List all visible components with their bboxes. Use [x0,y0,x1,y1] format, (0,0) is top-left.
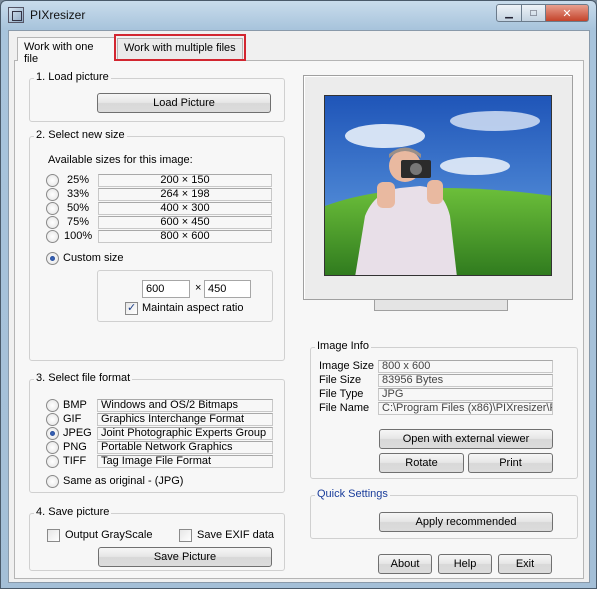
quick-settings-title: Quick Settings [315,488,390,500]
maintain-aspect-checkbox[interactable] [125,301,138,315]
format-jpeg-label: JPEG [63,427,92,439]
help-button[interactable]: Help [438,554,492,574]
format-tiff-desc: Tag Image File Format [97,455,273,468]
load-picture-button[interactable]: Load Picture [97,93,271,113]
format-same-radio[interactable] [46,475,59,488]
title-bar[interactable]: PIXresizer ▁ □ ✕ [1,1,596,29]
size-33-label: 33% [67,188,90,200]
available-sizes-label: Available sizes for this image: [48,154,193,166]
size-25-dims: 200 × 150 [98,174,272,187]
format-same-label: Same as original - (JPG) [63,475,184,487]
size-33-radio[interactable] [46,188,59,201]
size-25-radio[interactable] [46,174,59,187]
save-picture-button[interactable]: Save Picture [98,547,272,567]
select-size-group: 2. Select new size Available sizes for t… [29,129,285,361]
custom-size-box: 600 × 450 Maintain aspect ratio [97,270,273,322]
maximize-icon: □ [530,7,537,19]
format-gif-radio[interactable] [46,413,59,426]
size-100-label: 100% [64,230,93,242]
format-gif-label: GIF [63,413,82,425]
info-filetype-value: JPG [378,388,553,401]
print-button[interactable]: Print [468,453,553,473]
times-symbol: × [195,282,202,294]
size-100-radio[interactable] [46,230,59,243]
size-75-dims: 600 × 450 [98,216,272,229]
size-50-dims: 400 × 300 [98,202,272,215]
format-bmp-radio[interactable] [46,399,59,412]
grayscale-label: Output GrayScale [65,529,153,541]
minimize-icon: ▁ [505,7,513,19]
tab-work-with-multiple-files[interactable]: Work with multiple files [117,38,243,60]
custom-width-input[interactable]: 600 [142,280,190,298]
format-jpeg-radio[interactable] [46,427,59,440]
custom-size-label: Custom size [63,252,124,264]
file-format-group: 3. Select file format BMP Windows and OS… [29,372,285,493]
file-format-title: 3. Select file format [34,372,133,384]
size-100-dims: 800 × 600 [98,230,272,243]
size-33-dims: 264 × 198 [98,188,272,201]
minimize-button[interactable]: ▁ [496,4,522,22]
save-picture-title: 4. Save picture [34,506,112,518]
exit-button[interactable]: Exit [498,554,552,574]
load-picture-group: 1. Load picture Load Picture [29,71,285,122]
app-window: PIXresizer ▁ □ ✕ Work with one file Work… [0,0,597,589]
info-filename-label: File Name [319,402,370,414]
preview-stand [374,300,508,311]
info-filesize-label: File Size [319,374,362,386]
close-icon: ✕ [562,7,572,20]
format-tiff-radio[interactable] [46,455,59,468]
tab-work-with-one-file[interactable]: Work with one file [17,37,115,65]
format-png-label: PNG [63,441,87,453]
client-area: Work with one file Work with multiple fi… [8,30,590,583]
grayscale-checkbox[interactable] [47,529,60,542]
custom-height-input[interactable]: 450 [204,280,251,298]
size-25-label: 25% [67,174,90,186]
info-size-value: 800 x 600 [378,360,553,373]
quick-settings-group: Quick Settings Apply recommended [310,488,578,539]
window-title: PIXresizer [30,8,86,22]
preview-photo-graphic [325,96,551,275]
maximize-button[interactable]: □ [521,4,546,22]
format-bmp-label: BMP [63,399,87,411]
exif-checkbox[interactable] [179,529,192,542]
open-external-viewer-button[interactable]: Open with external viewer [379,429,553,449]
exif-label: Save EXIF data [197,529,275,541]
image-info-title: Image Info [315,340,371,352]
maintain-aspect-label: Maintain aspect ratio [142,302,244,314]
app-icon [8,7,24,23]
format-tiff-label: TIFF [63,455,87,467]
preview-frame [303,75,573,300]
format-png-desc: Portable Network Graphics [97,441,273,454]
format-png-radio[interactable] [46,441,59,454]
format-gif-desc: Graphics Interchange Format [97,413,273,426]
about-button[interactable]: About [378,554,432,574]
rotate-button[interactable]: Rotate [379,453,464,473]
info-filename-value: C:\Program Files (x86)\PIXresizer\PI [378,402,553,415]
preview-image [324,95,552,276]
image-info-group: Image Info Image Size 800 x 600 File Siz… [310,340,578,479]
save-picture-group: 4. Save picture Output GrayScale Save EX… [29,506,285,571]
format-bmp-desc: Windows and OS/2 Bitmaps [97,399,273,412]
select-size-title: 2. Select new size [34,129,127,141]
info-filetype-label: File Type [319,388,364,400]
size-50-radio[interactable] [46,202,59,215]
info-filesize-value: 83956 Bytes [378,374,553,387]
load-picture-title: 1. Load picture [34,71,111,83]
apply-recommended-button[interactable]: Apply recommended [379,512,553,532]
tab-panel: 1. Load picture Load Picture 2. Select n… [14,60,584,579]
close-button[interactable]: ✕ [545,4,589,22]
info-size-label: Image Size [319,360,375,372]
size-75-label: 75% [67,216,90,228]
format-jpeg-desc: Joint Photographic Experts Group [97,427,273,440]
size-75-radio[interactable] [46,216,59,229]
custom-size-radio[interactable] [46,252,59,265]
size-50-label: 50% [67,202,90,214]
